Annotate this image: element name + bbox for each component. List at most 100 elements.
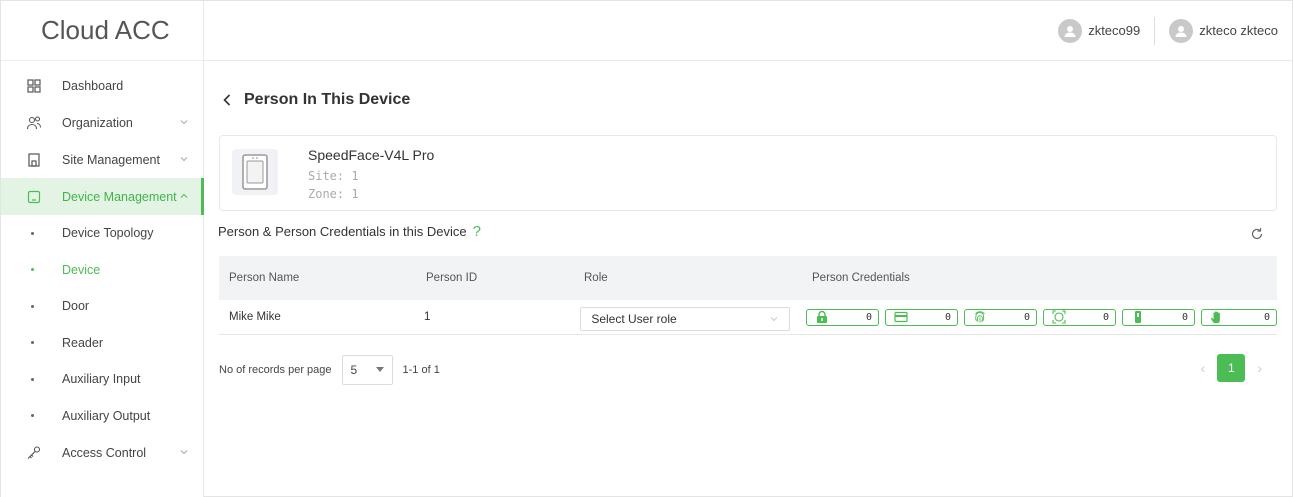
credential-card[interactable]: 0	[884, 308, 958, 326]
sidebar-item-device-management[interactable]: Device Management	[1, 178, 204, 215]
column-header-person-credentials: Person Credentials	[812, 272, 910, 284]
back-arrow-icon[interactable]	[222, 93, 232, 107]
credential-count: 0	[865, 311, 872, 323]
bullet-icon	[31, 341, 34, 345]
credential-count: 0	[944, 311, 951, 323]
table-row: Mike Mike 1 Select User role 0 0 0 0 0 0	[219, 300, 1277, 335]
next-page-icon[interactable]: ›	[1257, 360, 1262, 376]
sidebar-item-site-management[interactable]: Site Management	[1, 141, 203, 178]
role-cell: Select User role	[570, 303, 792, 331]
credential-count: 0	[1263, 311, 1270, 323]
building-icon	[26, 152, 42, 168]
sidebar-subitem-auxiliary-output[interactable]: Auxiliary Output	[1, 398, 203, 435]
chevron-up-icon	[180, 193, 188, 198]
chevron-down-icon	[180, 450, 188, 455]
sidebar-subitem-label: Door	[62, 299, 90, 314]
sidebar: Cloud ACC Dashboard Organization Site Ma…	[1, 1, 204, 497]
password-icon	[816, 310, 827, 323]
credential-palm-vein[interactable]: 0	[1121, 308, 1195, 326]
credential-count: 0	[1181, 311, 1188, 323]
bullet-icon	[31, 377, 34, 381]
bullet-icon	[31, 304, 34, 308]
app-window: Cloud ACC Dashboard Organization Site Ma…	[0, 0, 1293, 497]
bullet-icon	[31, 268, 34, 272]
column-header-person-id: Person ID	[426, 272, 478, 284]
people-icon	[26, 115, 42, 131]
caret-down-icon	[375, 367, 384, 372]
bullet-icon	[31, 231, 34, 235]
sidebar-subitem-label: Auxiliary Input	[62, 372, 141, 387]
column-header-role: Role	[584, 272, 608, 284]
user-menu-2[interactable]: zkteco zkteco	[1155, 18, 1292, 43]
credential-count: 0	[1023, 311, 1030, 323]
device-icon	[26, 189, 42, 205]
column-header-person-name: Person Name	[229, 272, 300, 284]
avatar-icon	[1058, 18, 1083, 43]
device-icon	[232, 149, 278, 195]
sidebar-item-label: Access Control	[62, 445, 147, 460]
role-select[interactable]: Select User role	[580, 307, 791, 331]
credential-fingerprint[interactable]: 0	[963, 308, 1037, 326]
sidebar-item-dashboard[interactable]: Dashboard	[1, 67, 203, 104]
chevron-down-icon	[180, 157, 188, 162]
section-title-text: Person & Person Credentials in this Devi…	[218, 224, 467, 239]
records-per-page: No of records per page 5 1-1 of 1	[219, 355, 440, 385]
credential-palm[interactable]: 0	[1200, 308, 1277, 326]
palm-vein-icon	[1134, 311, 1141, 323]
username: zkteco99	[1088, 23, 1141, 38]
sidebar-subitem-label: Auxiliary Output	[62, 408, 151, 423]
key-icon	[26, 445, 42, 461]
grid-icon	[26, 78, 42, 94]
records-per-page-select[interactable]: 5	[341, 355, 393, 385]
sidebar-subitem-device[interactable]: Device	[1, 252, 203, 289]
refresh-icon[interactable]	[1250, 227, 1264, 241]
records-per-page-label: No of records per page	[219, 364, 332, 376]
credential-password[interactable]: 0	[805, 308, 879, 326]
sidebar-item-label: Site Management	[62, 152, 160, 167]
main-content: Person In This Device SpeedFace-V4L Pro …	[204, 61, 1292, 496]
sidebar-subitem-reader[interactable]: Reader	[1, 325, 203, 362]
sidebar-subitem-label: Reader	[62, 335, 103, 350]
pagination: ‹ 1 ›	[1201, 354, 1262, 382]
card-icon	[894, 311, 908, 323]
section-title: Person & Person Credentials in this Devi…	[218, 223, 481, 240]
role-select-placeholder: Select User role	[591, 312, 677, 326]
fingerprint-icon	[975, 311, 985, 323]
prev-page-icon[interactable]: ‹	[1201, 360, 1206, 376]
sidebar-subitem-label: Device Topology	[62, 226, 154, 241]
palm-icon	[1210, 311, 1220, 323]
person-id-cell: 1	[423, 311, 431, 323]
sidebar-item-label: Device Management	[62, 189, 177, 204]
help-icon[interactable]: ?	[473, 223, 481, 240]
page-title-text: Person In This Device	[244, 91, 411, 108]
page-button-current[interactable]: 1	[1217, 354, 1246, 382]
sidebar-subitem-auxiliary-input[interactable]: Auxiliary Input	[1, 361, 203, 398]
credentials-cell: 0 0 0 0 0 0	[792, 308, 1277, 326]
credentials-list: 0 0 0 0 0 0	[805, 308, 1277, 326]
per-page-value: 5	[350, 363, 358, 377]
face-icon	[1052, 310, 1066, 324]
records-range: 1-1 of 1	[402, 364, 440, 376]
sidebar-item-organization[interactable]: Organization	[1, 104, 203, 141]
credential-count: 0	[1102, 311, 1109, 323]
persons-table: Person Name Person ID Role Person Creden…	[219, 256, 1277, 335]
credential-face[interactable]: 0	[1042, 308, 1116, 326]
chevron-down-icon	[180, 120, 188, 125]
device-zone: Zone: 1	[308, 187, 359, 201]
sidebar-item-label: Organization	[62, 115, 133, 130]
page-title: Person In This Device	[222, 91, 410, 109]
bullet-icon	[31, 414, 34, 418]
person-name-cell: Mike Mike	[229, 311, 281, 323]
sidebar-subitem-device-topology[interactable]: Device Topology	[1, 215, 203, 252]
top-header: zkteco99 zkteco zkteco	[204, 1, 1292, 61]
avatar-icon	[1169, 18, 1194, 43]
device-name: SpeedFace-V4L Pro	[308, 147, 435, 163]
sidebar-item-label: Dashboard	[62, 78, 124, 93]
sidebar-subitem-door[interactable]: Door	[1, 288, 203, 325]
sidebar-subitem-label: Device	[62, 262, 101, 277]
username: zkteco zkteco	[1199, 23, 1278, 38]
user-menu-1[interactable]: zkteco99	[1044, 18, 1154, 43]
device-site: Site: 1	[308, 169, 359, 183]
sidebar-item-access-control[interactable]: Access Control	[1, 434, 203, 471]
app-logo: Cloud ACC	[1, 1, 203, 61]
